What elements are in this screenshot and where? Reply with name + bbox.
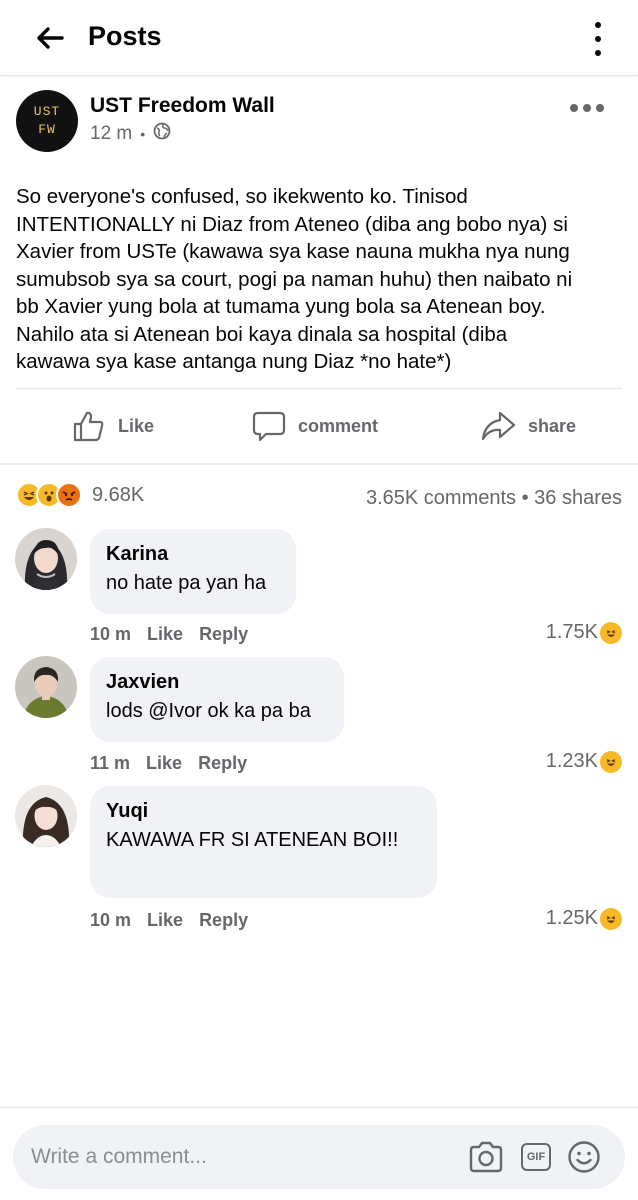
comment-time: 10 m (90, 624, 132, 644)
divider (16, 388, 622, 389)
commenter-avatar[interactable] (15, 528, 77, 590)
comment-reactions[interactable]: 1.75K (546, 621, 622, 644)
angry-reaction-icon (56, 482, 82, 508)
haha-reaction-icon (600, 621, 622, 644)
comment-input[interactable] (31, 1143, 451, 1171)
thumbs-up-icon (73, 411, 104, 442)
haha-reaction-icon (600, 907, 622, 930)
post-author-name[interactable]: UST Freedom Wall (90, 94, 275, 118)
comment-composer: GIF (13, 1125, 625, 1189)
post-more-icon[interactable] (570, 104, 604, 112)
like-button[interactable]: Like (72, 406, 154, 446)
commenter-avatar[interactable] (15, 656, 77, 718)
commenter-name[interactable]: Jaxvien (106, 671, 328, 694)
avatar-logo-line1: UST (33, 104, 61, 119)
comment-reply-button[interactable]: Reply (198, 753, 247, 774)
comment-reaction-count: 1.23K (545, 750, 598, 772)
reaction-count: 9.68K (92, 483, 145, 506)
post-actions: Like comment share (0, 400, 638, 452)
globe-icon (153, 122, 171, 146)
page-avatar[interactable]: UST FW (16, 90, 78, 152)
share-label: share (528, 415, 577, 436)
comment-actions: 10 m Like Reply (90, 624, 248, 645)
meta-separator: • (140, 126, 146, 142)
section-divider (0, 463, 638, 465)
back-arrow-icon[interactable] (30, 20, 70, 56)
comment-reply-button[interactable]: Reply (199, 910, 248, 931)
comment-bubble-icon (252, 411, 286, 442)
comment-reaction-count: 1.25K (545, 907, 598, 929)
comment-reactions[interactable]: 1.25K (546, 907, 622, 930)
reactions-summary[interactable]: 9.68K (16, 482, 144, 508)
comment-reactions[interactable]: 1.23K (546, 750, 622, 773)
avatar-logo-line2: FW (38, 122, 56, 137)
comment-actions: 10 m Like Reply (90, 910, 248, 931)
comment-text: KAWAWA FR SI ATENEAN BOI!! (106, 829, 399, 851)
comment-like-button[interactable]: Like (146, 753, 182, 774)
post-body-text: So everyone's confused, so ikekwento ko.… (16, 185, 573, 373)
page-title: Posts (88, 21, 162, 51)
comment-like-button[interactable]: Like (147, 910, 183, 931)
composer-divider (0, 1107, 638, 1108)
comment-button[interactable]: comment (252, 406, 378, 446)
comment-text: lods @Ivor ok ka pa ba (106, 700, 311, 722)
comment-time: 10 m (90, 910, 132, 930)
comment-label: comment (298, 415, 379, 436)
comment-text: no hate pa yan ha (106, 572, 267, 594)
haha-reaction-icon (600, 750, 622, 773)
commenter-avatar[interactable] (15, 785, 77, 847)
emoji-icon[interactable] (566, 1139, 602, 1175)
comment-time: 11 m (90, 753, 131, 773)
post-meta: 12 m • (90, 122, 171, 146)
comment-bubble: Yuqi KAWAWA FR SI ATENEAN BOI!! (90, 786, 437, 898)
share-button[interactable]: share (480, 406, 576, 446)
post-time[interactable]: 12 m (90, 123, 132, 145)
like-label: Like (118, 415, 155, 436)
comment-actions: 11 m Like Reply (90, 753, 247, 774)
comment-bubble: Jaxvien lods @Ivor ok ka pa ba (90, 657, 344, 742)
comment-reaction-count: 1.75K (545, 621, 598, 643)
comment-bubble: Karina no hate pa yan ha (90, 529, 296, 614)
camera-icon[interactable] (468, 1139, 504, 1175)
comments-shares-count[interactable]: 3.65K comments • 36 shares (366, 487, 622, 510)
share-arrow-icon (481, 411, 516, 441)
comment-reply-button[interactable]: Reply (199, 624, 248, 645)
commenter-name[interactable]: Karina (106, 543, 280, 566)
gif-icon[interactable]: GIF (518, 1139, 554, 1175)
comment-like-button[interactable]: Like (147, 624, 183, 645)
commenter-name[interactable]: Yuqi (106, 800, 421, 823)
gif-label: GIF (521, 1143, 551, 1171)
top-bar: Posts (0, 0, 638, 76)
more-options-icon[interactable] (590, 22, 606, 56)
